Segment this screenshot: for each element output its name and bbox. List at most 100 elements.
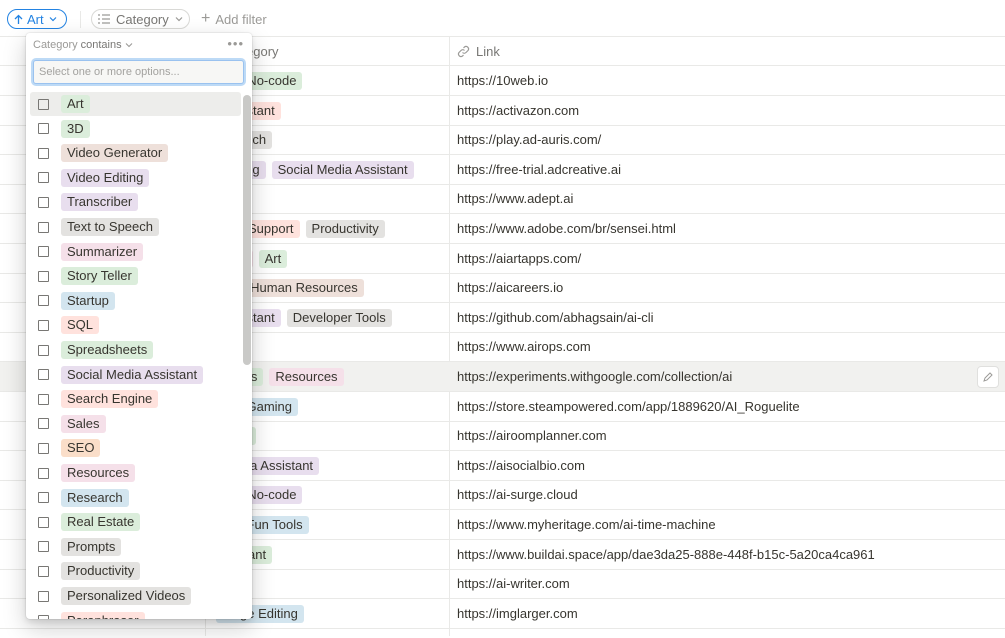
- checkbox[interactable]: [38, 516, 49, 528]
- header-link-label: Link: [476, 44, 500, 59]
- link-cell[interactable]: https://www.adept.ai: [457, 191, 573, 206]
- link-cell[interactable]: https://aicareers.io: [457, 280, 563, 295]
- edit-icon[interactable]: [977, 366, 999, 388]
- option-tag: Paraphraser: [61, 611, 145, 619]
- checkbox[interactable]: [38, 492, 49, 504]
- option-tag: Text to Speech: [61, 218, 159, 236]
- checkbox[interactable]: [38, 615, 49, 619]
- checkbox[interactable]: [38, 123, 49, 135]
- option-item[interactable]: Paraphraser: [30, 609, 241, 619]
- sort-pill[interactable]: Art: [7, 9, 67, 29]
- option-item[interactable]: Video Generator: [30, 141, 241, 165]
- chevron-down-icon: [175, 17, 183, 22]
- checkbox[interactable]: [38, 246, 49, 258]
- option-item[interactable]: Real Estate: [30, 510, 241, 534]
- option-item[interactable]: Resources: [30, 461, 241, 485]
- link-cell[interactable]: https://play.ad-auris.com/: [457, 132, 601, 147]
- option-tag: Startup: [61, 291, 115, 310]
- filter-condition[interactable]: Category contains: [33, 39, 133, 51]
- checkbox[interactable]: [38, 172, 49, 184]
- link-cell[interactable]: https://activazon.com: [457, 103, 579, 118]
- more-horizontal-icon[interactable]: •••: [227, 36, 244, 51]
- option-item[interactable]: SEO: [30, 436, 241, 460]
- option-item[interactable]: Productivity: [30, 559, 241, 583]
- checkbox[interactable]: [38, 418, 49, 430]
- link-cell[interactable]: https://experiments.withgoogle.com/colle…: [457, 369, 732, 384]
- checkbox[interactable]: [38, 221, 49, 233]
- filter-property-label: Category: [33, 39, 78, 51]
- category-tag: Resources: [269, 368, 344, 386]
- checkbox[interactable]: [38, 467, 49, 479]
- link-cell[interactable]: https://airoomplanner.com: [457, 428, 607, 443]
- option-item[interactable]: Social Media Assistant: [30, 363, 241, 387]
- option-item[interactable]: Sales: [30, 412, 241, 436]
- option-tag: 3D: [61, 119, 90, 138]
- checkbox[interactable]: [38, 393, 49, 405]
- option-item[interactable]: Summarizer: [30, 240, 241, 264]
- checkbox[interactable]: [38, 565, 49, 577]
- link-icon: [457, 45, 470, 58]
- chevron-down-icon: [125, 43, 133, 48]
- category-filter-pill[interactable]: Category: [91, 9, 190, 29]
- checkbox[interactable]: [38, 590, 49, 602]
- scrollbar[interactable]: [243, 95, 251, 365]
- option-tag: Transcriber: [61, 193, 139, 212]
- checkbox[interactable]: [38, 147, 49, 159]
- checkbox[interactable]: [38, 369, 49, 381]
- link-cell[interactable]: https://free-trial.adcreative.ai: [457, 162, 621, 177]
- option-tag: Search Engine: [61, 390, 159, 409]
- checkbox[interactable]: [38, 98, 49, 110]
- option-item[interactable]: Text to Speech: [30, 215, 241, 239]
- option-item[interactable]: Prompts: [30, 535, 241, 559]
- checkbox[interactable]: [38, 319, 49, 331]
- checkbox[interactable]: [38, 541, 49, 553]
- option-tag: SQL: [61, 316, 100, 335]
- option-item[interactable]: Research: [30, 486, 241, 510]
- checkbox[interactable]: [38, 295, 49, 307]
- option-search-input[interactable]: [33, 60, 244, 84]
- link-cell[interactable]: https://store.steampowered.com/app/18896…: [457, 399, 800, 414]
- list-icon: [98, 14, 110, 24]
- option-item[interactable]: Personalized Videos: [30, 584, 241, 608]
- option-item[interactable]: Art: [30, 92, 241, 116]
- plus-icon: +: [201, 10, 211, 27]
- link-cell[interactable]: https://aiartapps.com/: [457, 251, 581, 266]
- link-cell[interactable]: https://ai-writer.com: [457, 576, 570, 591]
- link-cell[interactable]: https://www.airops.com: [457, 339, 591, 354]
- add-filter-button[interactable]: + Add filter: [201, 9, 267, 29]
- option-tag: Personalized Videos: [61, 587, 192, 605]
- link-cell[interactable]: https://www.buildai.space/app/dae3da25-8…: [457, 547, 875, 562]
- link-cell[interactable]: https://aisocialbio.com: [457, 458, 585, 473]
- option-tag: Real Estate: [61, 513, 141, 532]
- option-item[interactable]: Transcriber: [30, 190, 241, 214]
- checkbox[interactable]: [38, 344, 49, 356]
- checkbox[interactable]: [38, 442, 49, 454]
- link-cell[interactable]: https://github.com/abhagsain/ai-cli: [457, 310, 654, 325]
- link-cell[interactable]: https://www.myheritage.com/ai-time-machi…: [457, 517, 716, 532]
- checkbox[interactable]: [38, 196, 49, 208]
- link-cell[interactable]: https://ai-surge.cloud: [457, 487, 578, 502]
- option-tag: Prompts: [61, 537, 122, 556]
- link-cell[interactable]: https://10web.io: [457, 73, 548, 88]
- link-cell[interactable]: https://imglarger.com: [457, 606, 578, 621]
- option-item[interactable]: Spreadsheets: [30, 338, 241, 362]
- category-filter-dropdown: Category contains ••• Art 3D Video Generat…: [26, 33, 252, 619]
- sort-pill-label: Art: [27, 11, 44, 27]
- option-item[interactable]: SQL: [30, 313, 241, 337]
- checkbox[interactable]: [38, 270, 49, 282]
- chevron-down-icon: [49, 17, 57, 22]
- option-tag: Story Teller: [61, 267, 138, 286]
- link-cell[interactable]: https://www.adobe.com/br/sensei.html: [457, 221, 676, 236]
- option-item[interactable]: Story Teller: [30, 264, 241, 288]
- header-link[interactable]: Link: [457, 44, 500, 59]
- option-item[interactable]: 3D: [30, 117, 241, 141]
- option-tag: Video Editing: [61, 168, 150, 187]
- category-filter-label: Category: [116, 11, 169, 27]
- option-tag: Summarizer: [61, 242, 144, 261]
- category-tag: Developer Tools: [286, 308, 392, 327]
- option-item[interactable]: Video Editing: [30, 166, 241, 190]
- category-tag: Productivity: [305, 220, 385, 238]
- category-tag: Social Media Assistant: [271, 160, 414, 179]
- option-item[interactable]: Startup: [30, 289, 241, 313]
- option-item[interactable]: Search Engine: [30, 387, 241, 411]
